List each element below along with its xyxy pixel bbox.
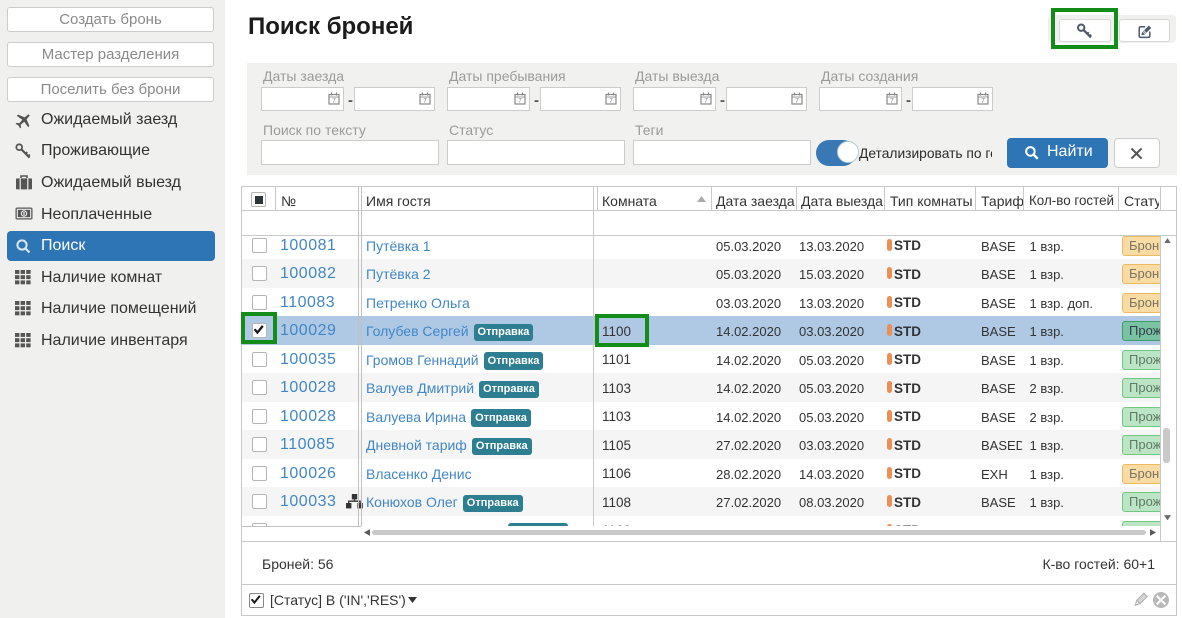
svg-text:7: 7	[890, 98, 894, 105]
svg-text:7: 7	[704, 98, 708, 105]
svg-text:7: 7	[795, 98, 799, 105]
svg-text:7: 7	[981, 98, 985, 105]
svg-text:7: 7	[423, 98, 427, 105]
svg-text:7: 7	[518, 98, 522, 105]
svg-text:7: 7	[332, 98, 336, 105]
svg-text:7: 7	[609, 98, 613, 105]
